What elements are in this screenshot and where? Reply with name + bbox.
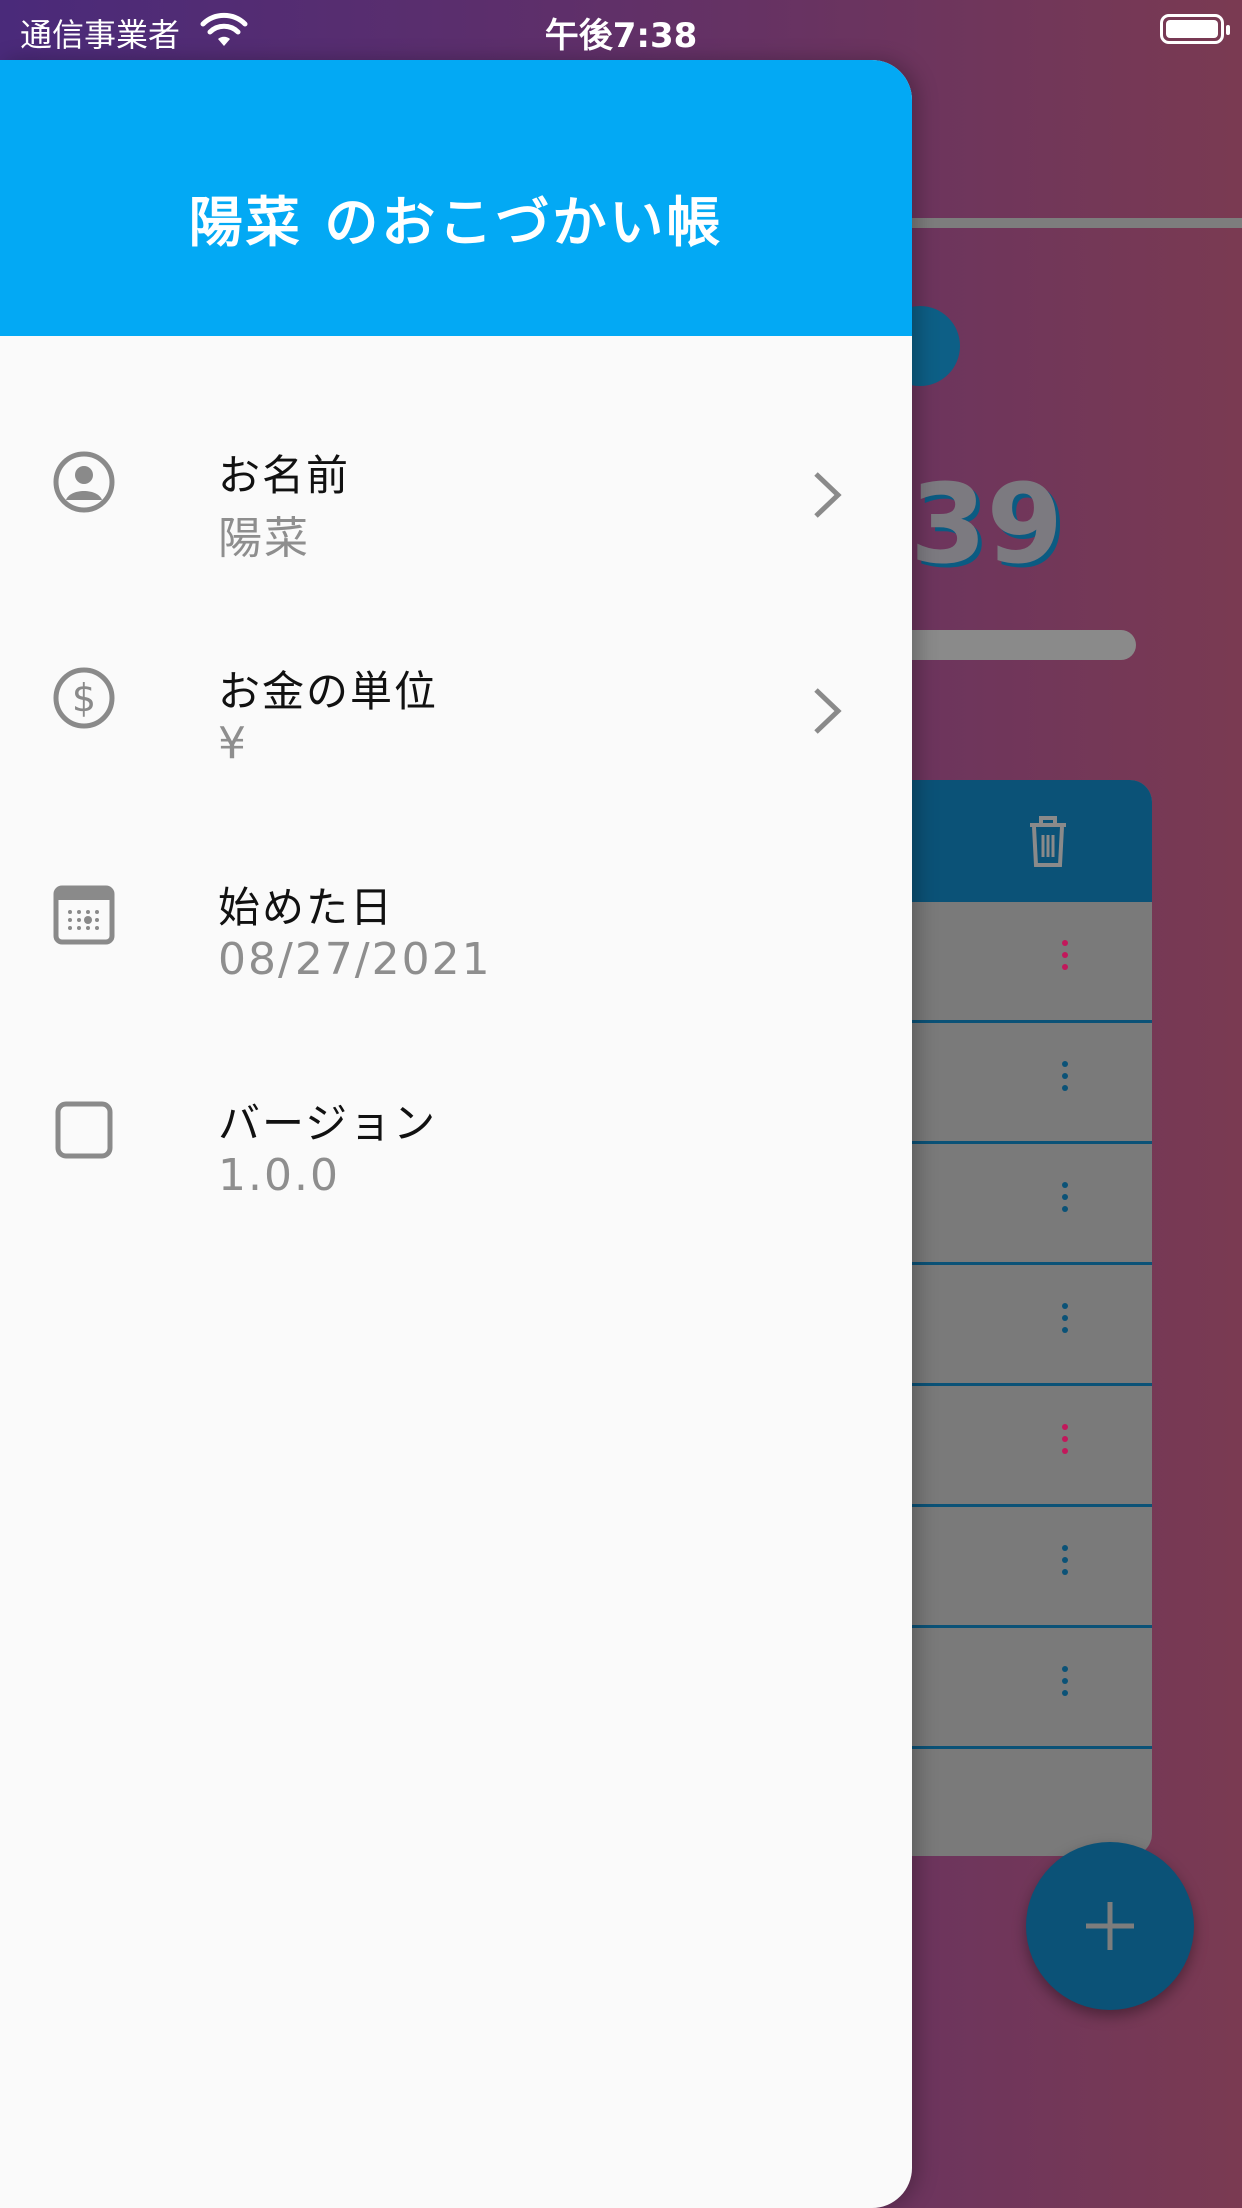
account-circle-icon [53, 451, 115, 513]
add-fab-button [1026, 1842, 1194, 2010]
drawer-item-version[interactable]: バージョン 1.0.0 [0, 1078, 912, 1278]
background-progress-bar [880, 630, 1136, 660]
more-vert-icon [1062, 940, 1070, 976]
more-vert-icon [1062, 1545, 1070, 1581]
background-transaction-table [880, 780, 1152, 1856]
checkbox-outline-icon [55, 1101, 113, 1159]
background-table-row [880, 1265, 1152, 1386]
drawer-item-label: 始めた日 [218, 883, 395, 932]
drawer-item-value: 陽菜 [218, 513, 310, 564]
drawer-item-currency[interactable]: $ お金の単位 ¥ [0, 646, 912, 846]
status-time: 午後7:38 [544, 16, 698, 56]
drawer-item-name[interactable]: お名前 陽菜 [0, 430, 912, 630]
drawer-item-label: お名前 [218, 451, 351, 500]
background-table-row [880, 902, 1152, 1023]
background-table-row [880, 1144, 1152, 1265]
drawer-item-label: バージョン [218, 1099, 438, 1148]
drawer-item-label: お金の単位 [218, 667, 439, 716]
more-vert-icon [1062, 1061, 1070, 1097]
drawer-header: 陽菜 のおこづかい帳 [0, 60, 912, 336]
calendar-icon [53, 885, 115, 945]
svg-text:$: $ [72, 676, 96, 720]
drawer-item-start-date[interactable]: 始めた日 08/27/2021 [0, 862, 912, 1062]
background-table-row [880, 1386, 1152, 1507]
drawer-item-value: ¥ [218, 718, 248, 769]
battery-icon [1160, 14, 1230, 44]
background-divider [900, 218, 1242, 228]
plus-icon [1086, 1902, 1134, 1950]
background-table-row [880, 1628, 1152, 1749]
drawer-item-value: 08/27/2021 [218, 934, 492, 985]
navigation-drawer: 陽菜 のおこづかい帳 お名前 陽菜 $ お金の単位 ¥ 始めた日 08/27/2… [0, 60, 912, 2208]
more-vert-icon [1062, 1303, 1070, 1339]
more-vert-icon [1062, 1666, 1070, 1702]
more-vert-icon [1062, 1182, 1070, 1218]
status-bar: 通信事業者 午後7:38 [0, 0, 1242, 60]
more-vert-icon [1062, 1424, 1070, 1460]
drawer-item-value: 1.0.0 [218, 1150, 340, 1201]
dollar-circle-icon: $ [53, 667, 115, 729]
background-table-row [880, 1023, 1152, 1144]
background-table-header [880, 780, 1152, 902]
trash-icon [1030, 816, 1066, 867]
background-balance: 39 [910, 460, 1064, 588]
drawer-title: 陽菜 のおこづかい帳 [188, 191, 724, 254]
chevron-right-icon [814, 688, 842, 734]
chevron-right-icon [814, 472, 842, 518]
background-table-rows [880, 902, 1152, 1749]
background-table-row [880, 1507, 1152, 1628]
